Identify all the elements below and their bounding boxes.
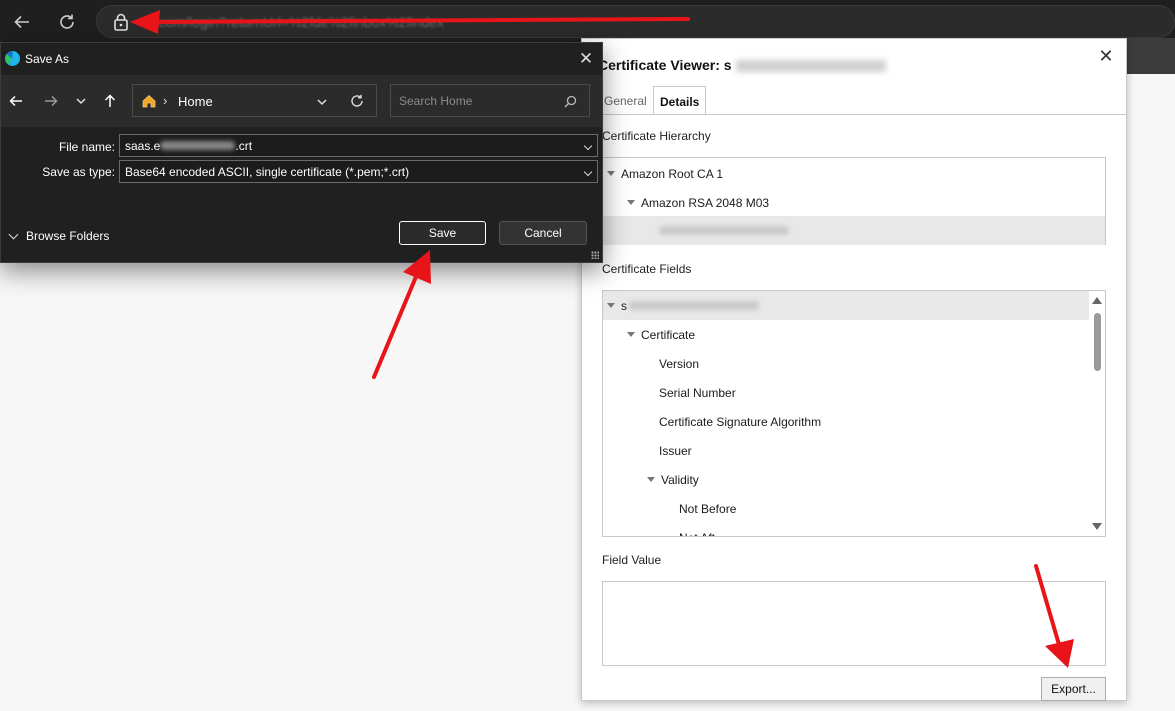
refresh-icon [60, 14, 74, 29]
chevron-down-icon [76, 98, 86, 105]
redacted-domain [735, 60, 886, 73]
nav-recent-button[interactable] [71, 91, 91, 111]
certificate-viewer-dialog: Certificate Viewer: s ✕ General Details … [581, 38, 1127, 701]
expand-triangle-icon[interactable] [647, 477, 655, 482]
save-as-title: Save As [25, 52, 70, 66]
arrow-left-icon [14, 15, 29, 29]
home-icon [142, 94, 156, 108]
hierarchy-item-leaf[interactable] [603, 216, 1105, 245]
redacted-domain [629, 301, 759, 310]
field-item-root[interactable]: s [603, 291, 1091, 320]
arrow-up-icon [104, 94, 116, 107]
field-value-box[interactable] [602, 581, 1106, 666]
arrow-right-icon [45, 95, 58, 107]
save-as-type-select[interactable]: Base64 encoded ASCII, single certificate… [119, 160, 598, 183]
nav-forward-button[interactable] [41, 91, 61, 111]
expand-triangle-icon[interactable] [607, 171, 615, 176]
close-icon[interactable]: ✕ [576, 49, 596, 69]
export-button[interactable]: Export... [1041, 677, 1106, 701]
back-button[interactable] [8, 8, 36, 36]
annotation-arrow-save [372, 250, 431, 379]
search-icon [564, 95, 577, 108]
fields-label: Certificate Fields [602, 262, 692, 276]
search-input[interactable]: Search Home [390, 84, 590, 117]
refresh-button[interactable] [53, 8, 81, 36]
address-bar[interactable]: ...com/login?returnUrl=%2fde%2finbox%2fi… [96, 5, 1175, 38]
tab-divider [582, 114, 1126, 115]
scroll-down-icon[interactable] [1092, 523, 1102, 530]
path-separator: › [163, 93, 168, 108]
lock-icon[interactable] [113, 13, 129, 31]
expand-triangle-icon[interactable] [627, 332, 635, 337]
field-item-not-after[interactable]: Not Aft [603, 523, 1105, 537]
background-window-strip [1127, 38, 1175, 74]
save-as-dialog: Save As ✕ › Home Search Home File name: … [0, 42, 603, 263]
save-as-type-label: Save as type: [42, 165, 115, 179]
resize-grip[interactable] [591, 251, 599, 259]
expand-triangle-icon[interactable] [607, 303, 615, 308]
path-breadcrumb[interactable]: › Home [132, 84, 377, 117]
field-item-issuer[interactable]: Issuer [603, 436, 1105, 465]
hierarchy-tree: Amazon Root CA 1 Amazon RSA 2048 M03 [602, 157, 1106, 245]
tab-general[interactable]: General [598, 86, 653, 115]
field-value-label: Field Value [602, 553, 662, 567]
file-name-label: File name: [58, 140, 115, 154]
fields-scrollbar[interactable] [1089, 291, 1105, 536]
field-item-signature-algorithm[interactable]: Certificate Signature Algorithm [603, 407, 1105, 436]
fields-tree: s Certificate Version Serial Number Cert… [602, 290, 1106, 537]
redacted-domain [160, 141, 236, 150]
path-location: Home [178, 94, 213, 109]
file-name-field[interactable]: saas.e .crt [119, 134, 598, 157]
field-item-certificate[interactable]: Certificate [603, 320, 1105, 349]
url-text[interactable]: ...com/login?returnUrl=%2fde%2finbox%2fi… [147, 14, 444, 30]
field-item-not-before[interactable]: Not Before [603, 494, 1105, 523]
browse-folders-toggle[interactable]: Browse Folders [8, 229, 109, 243]
chevron-down-icon[interactable] [583, 167, 593, 177]
refresh-icon[interactable] [350, 94, 364, 108]
scroll-thumb[interactable] [1094, 313, 1101, 371]
expand-triangle-icon[interactable] [627, 200, 635, 205]
edge-browser-icon [5, 51, 20, 66]
tab-details[interactable]: Details [653, 86, 707, 115]
certificate-viewer-title: Certificate Viewer: s [598, 57, 886, 73]
nav-back-button[interactable] [6, 91, 26, 111]
hierarchy-label: Certificate Hierarchy [602, 129, 711, 143]
close-icon[interactable]: ✕ [1096, 46, 1116, 66]
field-item-validity[interactable]: Validity [603, 465, 1105, 494]
save-button[interactable]: Save [399, 221, 486, 245]
chevron-down-icon [8, 229, 19, 239]
chevron-down-icon[interactable] [316, 96, 328, 108]
redacted-domain [659, 226, 789, 235]
arrow-left-icon [9, 95, 22, 107]
hierarchy-item-intermediate[interactable]: Amazon RSA 2048 M03 [603, 188, 1105, 217]
search-placeholder: Search Home [399, 94, 473, 108]
nav-up-button[interactable] [100, 91, 120, 111]
field-item-version[interactable]: Version [603, 349, 1105, 378]
cancel-button[interactable]: Cancel [499, 221, 587, 245]
save-as-nav-row: › Home Search Home [1, 75, 602, 127]
chevron-down-icon[interactable] [583, 141, 593, 151]
field-item-serial-number[interactable]: Serial Number [603, 378, 1105, 407]
hierarchy-item-root[interactable]: Amazon Root CA 1 [603, 159, 1105, 188]
save-as-titlebar: Save As ✕ [1, 43, 602, 75]
scroll-up-icon[interactable] [1092, 297, 1102, 304]
